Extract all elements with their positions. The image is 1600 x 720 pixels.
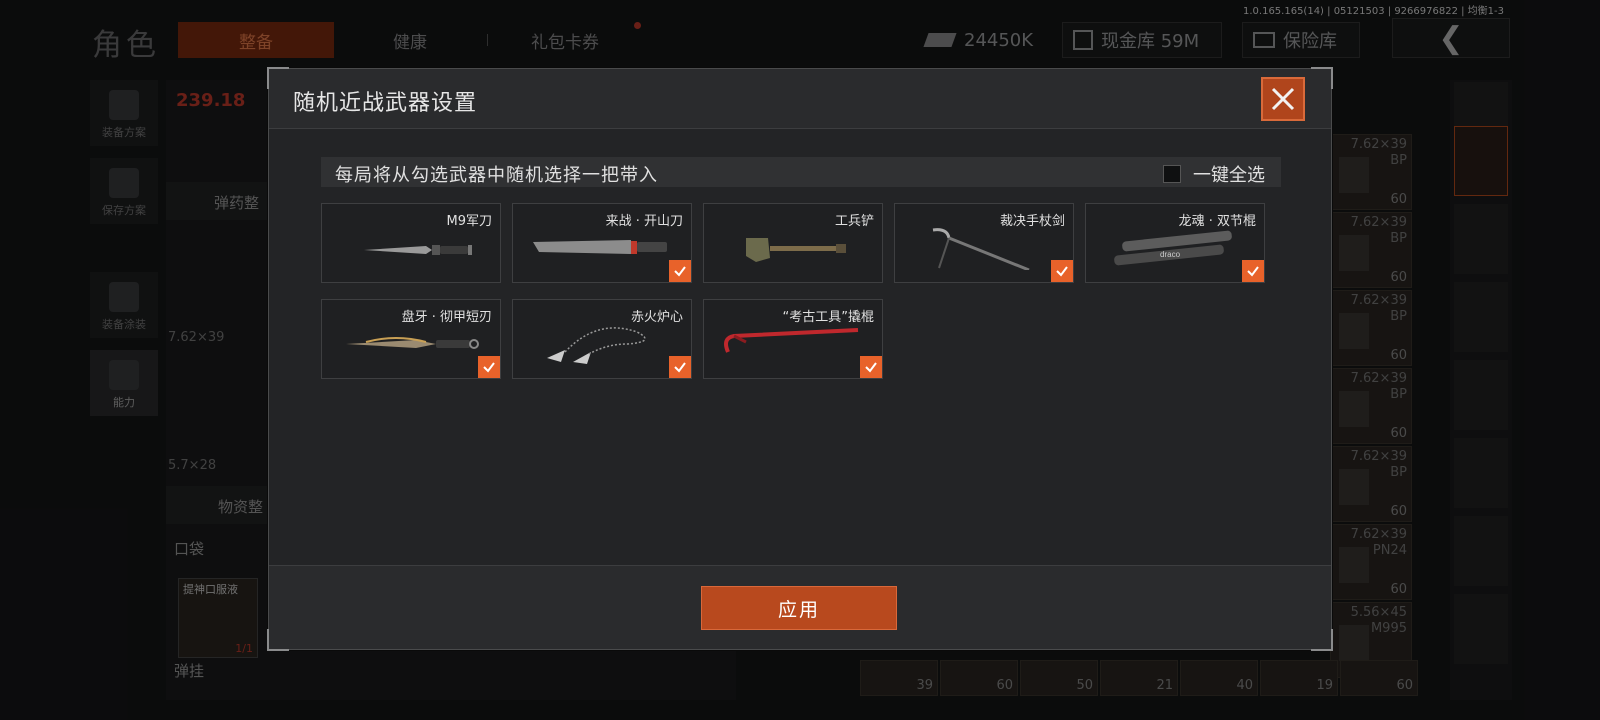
random-melee-settings-dialog: 随机近战武器设置 每局将从勾选武器中随机选择一把带入 一键全选 M9军刀 来战 …	[267, 67, 1333, 651]
weapon-card-fire-core[interactable]: 赤火炉心	[512, 299, 692, 379]
nunchaku-icon: draco	[1114, 230, 1232, 266]
checkmark-icon	[483, 362, 495, 373]
select-all-checkbox[interactable]	[1163, 165, 1181, 183]
cane-sword-icon	[932, 228, 1030, 270]
select-all-label: 一键全选	[1193, 165, 1265, 186]
checkmark-icon	[1247, 266, 1259, 277]
dialog-header: 随机近战武器设置	[269, 69, 1331, 129]
weapon-card-short-blade[interactable]: 盘牙 · 彻甲短刃	[321, 299, 501, 379]
weapon-card-machete[interactable]: 来战 · 开山刀	[512, 203, 692, 283]
kunai-chain-icon	[547, 327, 646, 364]
weapon-card-cane-sword[interactable]: 裁决手杖剑	[894, 203, 1074, 283]
checkmark-icon	[674, 362, 686, 373]
select-all-toggle[interactable]: 一键全选	[1163, 161, 1265, 187]
weapon-card-shovel[interactable]: 工兵铲	[703, 203, 883, 283]
info-text: 每局将从勾选武器中随机选择一把带入	[335, 165, 658, 186]
weapon-checkbox[interactable]	[669, 260, 691, 282]
dialog-footer: 应用	[269, 565, 1331, 649]
svg-text:draco: draco	[1160, 250, 1181, 259]
checkmark-icon	[674, 266, 686, 277]
close-icon	[1271, 87, 1295, 111]
weapon-card-nunchaku[interactable]: 龙魂 · 双节棍 draco	[1085, 203, 1265, 283]
weapon-checkbox[interactable]	[1051, 260, 1073, 282]
info-bar: 每局将从勾选武器中随机选择一把带入 一键全选	[321, 157, 1281, 187]
shovel-icon	[746, 238, 846, 262]
close-button[interactable]	[1261, 77, 1305, 121]
weapon-card-m9-knife[interactable]: M9军刀	[321, 203, 501, 283]
dialog-title: 随机近战武器设置	[293, 91, 478, 116]
machete-icon	[533, 240, 667, 254]
weapon-checkbox[interactable]	[1242, 260, 1264, 282]
checkmark-icon	[1056, 266, 1068, 277]
knife-icon	[364, 245, 472, 255]
checkmark-icon	[865, 362, 877, 373]
weapon-card-crowbar[interactable]: “考古工具”撬棍	[703, 299, 883, 379]
apply-button[interactable]: 应用	[701, 586, 897, 630]
weapon-checkbox[interactable]	[860, 356, 882, 378]
short-blade-icon	[346, 337, 479, 349]
weapon-checkbox[interactable]	[669, 356, 691, 378]
weapon-checkbox[interactable]	[478, 356, 500, 378]
crowbar-icon	[724, 328, 859, 353]
